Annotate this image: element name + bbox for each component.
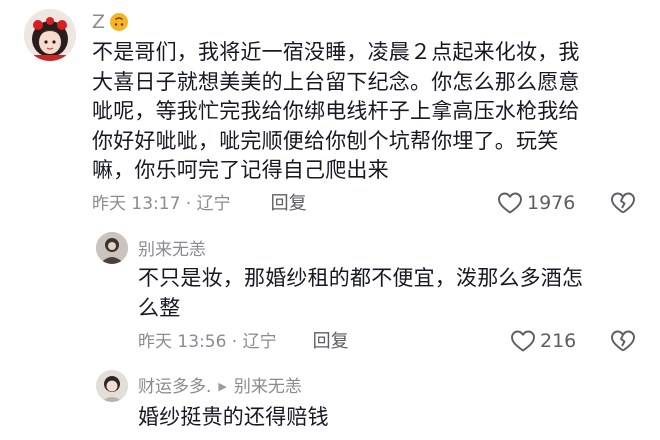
avatar-light-icon bbox=[96, 370, 128, 402]
comment-line: 呲呢，等我忙完我给你绑电线杆子上拿高压水枪我给 bbox=[92, 99, 580, 123]
broken-heart-icon bbox=[611, 192, 635, 214]
like-button[interactable]: 1976 bbox=[497, 191, 575, 215]
reply-username[interactable]: 财运多多. ▶ 别来无恙 bbox=[138, 376, 302, 398]
reply-button[interactable]: 回复 bbox=[271, 193, 307, 215]
reply-text: 不只是妆，那婚纱租的都不便宜，泼那么多酒怎 么整 bbox=[138, 264, 618, 323]
comment-line: 大喜日子就想美美的上台留下纪念。你怎么那么愿意 bbox=[92, 69, 580, 94]
reply-line: 婚纱挺贵的还得赔钱 bbox=[138, 405, 329, 429]
comment-line: 不是哥们，我将近一宿没睡，凌晨２点起来化妆，我 bbox=[92, 40, 580, 64]
comment-thread: Z 不是哥们，我将近一宿没睡，凌晨２点起来化妆，我 大喜日子就想美美的上台留下纪… bbox=[0, 0, 660, 440]
reply-arrow-icon: ▶ bbox=[218, 380, 227, 393]
reply-avatar[interactable] bbox=[96, 370, 128, 402]
reply-to-username[interactable]: 别来无恙 bbox=[234, 376, 302, 398]
reply-line: 不只是妆，那婚纱租的都不便宜，泼那么多酒怎 bbox=[138, 266, 584, 290]
broken-heart-icon bbox=[611, 330, 635, 352]
reply-meta: 昨天 13:56 · 辽宁 回复 bbox=[138, 331, 349, 353]
avatar-girl-icon bbox=[24, 9, 76, 61]
like-count: 1976 bbox=[527, 192, 576, 214]
username-text[interactable]: 别来无恙 bbox=[138, 239, 206, 261]
reply-time: 昨天 13:56 · 辽宁 bbox=[138, 332, 277, 352]
dislike-button[interactable] bbox=[610, 329, 636, 357]
reply-avatar[interactable] bbox=[96, 232, 128, 264]
comment-username[interactable]: Z bbox=[92, 10, 129, 34]
reply-line: 么整 bbox=[138, 295, 181, 320]
avatar-dark-icon bbox=[96, 232, 128, 264]
avatar[interactable] bbox=[24, 9, 76, 61]
heart-outline-icon bbox=[498, 192, 522, 214]
heart-outline-icon bbox=[511, 330, 535, 352]
reply-button[interactable]: 回复 bbox=[313, 331, 349, 353]
comment-time: 昨天 13:17 · 辽宁 bbox=[92, 194, 231, 214]
username-text[interactable]: Z bbox=[92, 10, 105, 34]
upside-down-face-icon bbox=[110, 13, 129, 31]
dislike-button[interactable] bbox=[610, 191, 636, 219]
comment-meta: 昨天 13:17 · 辽宁 回复 bbox=[92, 193, 307, 215]
reply-username[interactable]: 别来无恙 bbox=[138, 239, 206, 261]
username-text[interactable]: 财运多多. bbox=[138, 376, 211, 398]
comment-line: 嘛，你乐呵完了记得自己爬出来 bbox=[92, 158, 389, 182]
comment-line: 你好好呲呲，呲完顺便给你刨个坑帮你埋了。玩笑 bbox=[92, 128, 559, 153]
like-count: 216 bbox=[540, 330, 577, 352]
like-button[interactable]: 216 bbox=[510, 329, 576, 353]
comment-text: 不是哥们，我将近一宿没睡，凌晨２点起来化妆，我 大喜日子就想美美的上台留下纪念。… bbox=[92, 38, 632, 186]
reply-text: 婚纱挺贵的还得赔钱 bbox=[138, 403, 618, 433]
